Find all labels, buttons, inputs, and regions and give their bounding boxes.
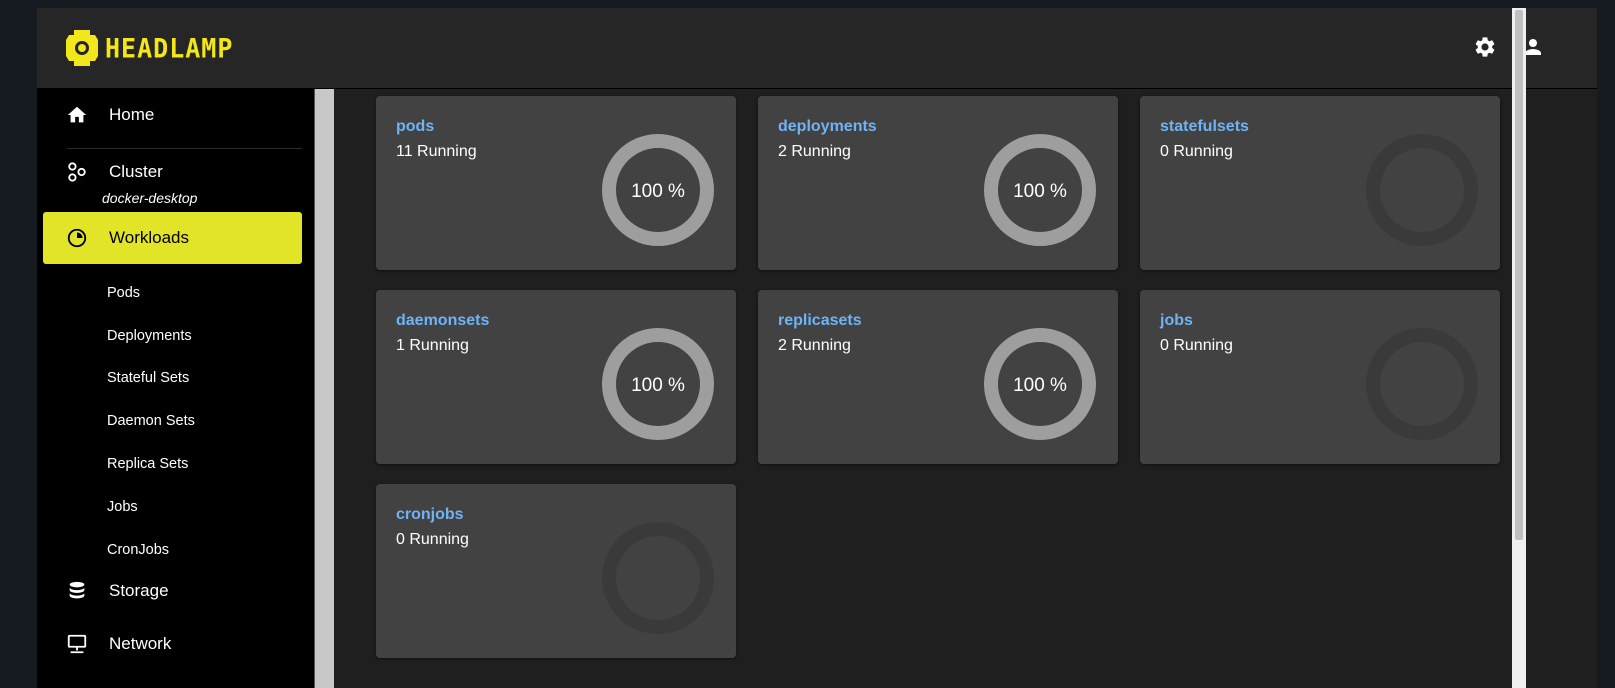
card-status: 0 Running [1160,337,1233,354]
cluster-icon [65,160,89,184]
card-title-link[interactable]: pods [396,118,434,136]
app-bar: HEADLAMP [37,8,1597,89]
sidebar-scrollbar[interactable] [314,89,335,688]
sidebar-item-home[interactable]: Home [43,103,302,127]
card-donut-chart: 100 % [984,328,1096,440]
card-status: 2 Running [778,337,851,354]
home-icon [65,103,89,127]
card-status: 0 Running [396,531,469,548]
workload-card-cronjobs: cronjobs 0 Running [376,484,736,658]
workloads-overview: pods 11 Running 100 % deployments 2 Runn… [334,89,1579,688]
card-donut-chart [1366,328,1478,440]
card-title-link[interactable]: replicasets [778,312,862,330]
sidebar-subitem-deployments[interactable]: Deployments [107,328,192,344]
sidebar-item-storage[interactable]: Storage [43,577,302,605]
storage-icon [65,579,89,603]
workload-card-statefulsets: statefulsets 0 Running [1140,96,1500,270]
sidebar-item-network[interactable]: Network [43,630,302,658]
card-percent-label: 100 % [1013,181,1067,202]
sidebar-item-label: Cluster [109,162,163,181]
headlamp-logo-icon [66,30,98,66]
sidebar-item-label: Storage [109,581,169,600]
gear-icon[interactable] [1473,35,1497,59]
sidebar-subitem-cronjobs[interactable]: CronJobs [107,542,169,558]
sidebar-subitem-jobs[interactable]: Jobs [107,499,138,515]
headlamp-logo[interactable]: HEADLAMP [65,29,233,67]
card-title-link[interactable]: jobs [1160,312,1193,330]
workload-card-deployments: deployments 2 Running 100 % [758,96,1118,270]
sidebar: Home Cluster docker-desktop Workloads Po… [37,89,314,688]
sidebar-subitem-pods[interactable]: Pods [107,285,140,301]
sidebar-item-workloads[interactable]: Workloads [43,212,302,264]
card-percent-label: 100 % [631,181,685,202]
workload-card-jobs: jobs 0 Running [1140,290,1500,464]
sidebar-item-label: Home [109,105,155,124]
app-name: HEADLAMP [105,32,234,64]
card-status: 11 Running [396,143,477,160]
card-title-link[interactable]: statefulsets [1160,118,1249,136]
sidebar-item-label: Network [109,634,172,653]
sidebar-subitem-replica-sets[interactable]: Replica Sets [107,456,188,472]
card-percent-label: 100 % [631,375,685,396]
cluster-name: docker-desktop [102,190,198,206]
network-icon [65,632,89,656]
card-donut-chart: 100 % [602,328,714,440]
workload-card-daemonsets: daemonsets 1 Running 100 % [376,290,736,464]
card-title-link[interactable]: cronjobs [396,506,464,524]
sidebar-subitem-stateful-sets[interactable]: Stateful Sets [107,370,189,386]
card-title-link[interactable]: deployments [778,118,877,136]
sidebar-item-label: Workloads [109,228,189,247]
card-status: 0 Running [1160,143,1233,160]
card-title-link[interactable]: daemonsets [396,312,489,330]
card-status: 2 Running [778,143,851,160]
app-window: HEADLAMP Home Cluster docker-desktop Wor… [37,8,1597,688]
sidebar-subitem-daemon-sets[interactable]: Daemon Sets [107,413,195,429]
card-donut-chart [602,522,714,634]
workloads-icon [65,226,89,250]
card-donut-chart: 100 % [984,134,1096,246]
card-donut-chart: 100 % [602,134,714,246]
sidebar-divider [67,148,302,149]
card-percent-label: 100 % [1013,375,1067,396]
workload-card-replicasets: replicasets 2 Running 100 % [758,290,1118,464]
card-donut-chart [1366,134,1478,246]
card-status: 1 Running [396,337,469,354]
page-scrollbar-thumb[interactable] [1515,10,1523,540]
sidebar-item-cluster[interactable]: Cluster [43,158,302,186]
workload-card-pods: pods 11 Running 100 % [376,96,736,270]
